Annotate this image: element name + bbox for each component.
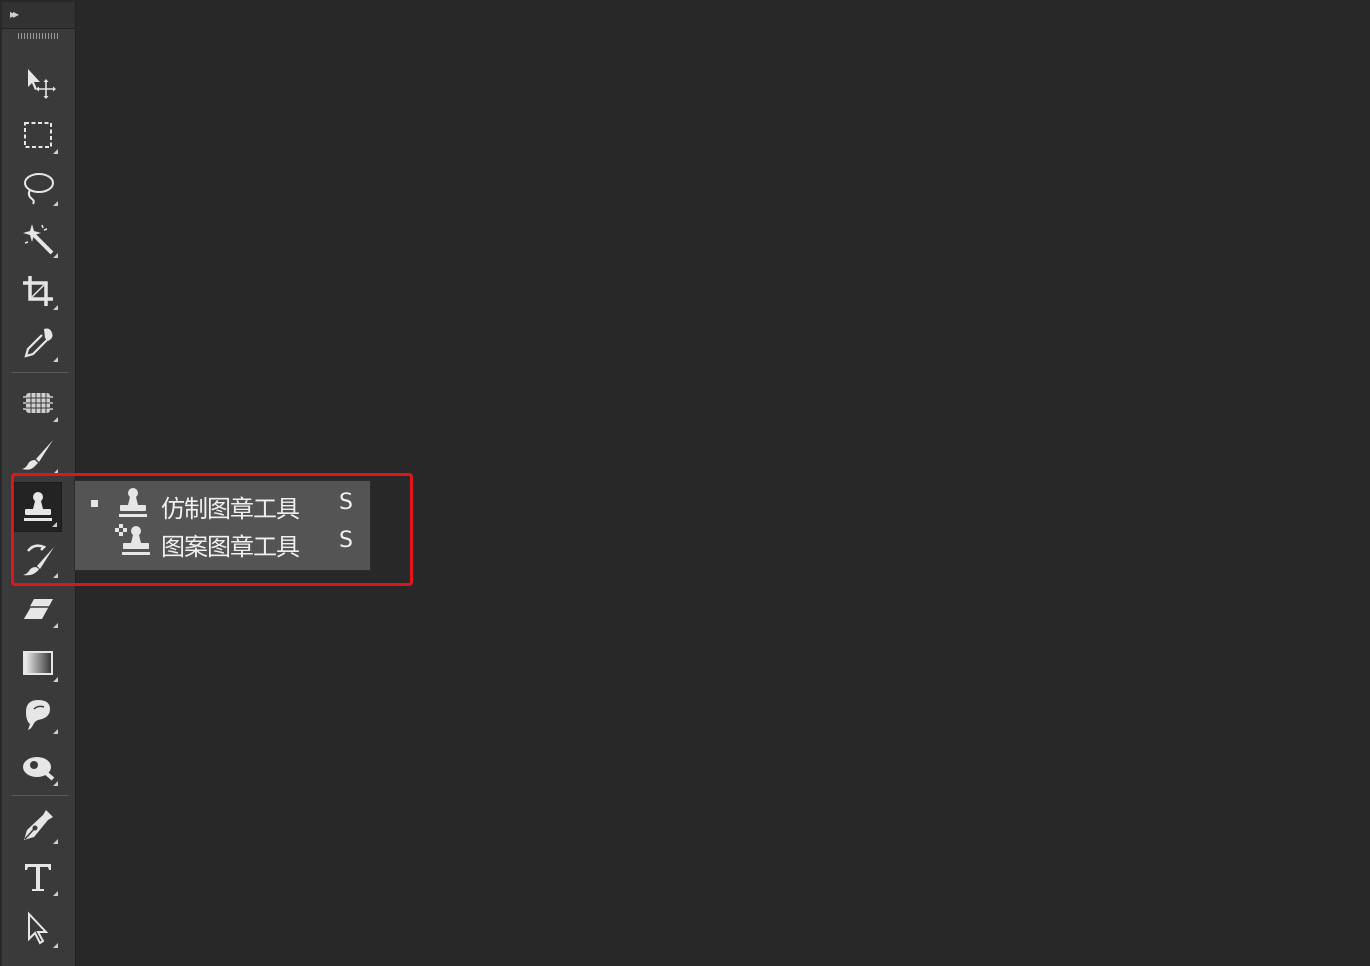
collapse-panel-button[interactable]: ▸▸ (10, 7, 19, 21)
crop-tool[interactable] (14, 268, 62, 314)
submenu-indicator (53, 417, 58, 422)
brush-icon (22, 440, 53, 470)
pen-icon (24, 810, 53, 840)
dodge-tool[interactable] (14, 744, 62, 790)
type-tool[interactable] (14, 854, 62, 900)
submenu-indicator (53, 891, 58, 896)
submenu-indicator (53, 305, 58, 310)
submenu-indicator (53, 677, 58, 682)
gradient-icon (23, 651, 53, 675)
path-selection-tool[interactable] (14, 906, 62, 952)
marquee-tool[interactable] (14, 112, 62, 158)
dodge-icon (23, 757, 55, 781)
brush-tool[interactable] (14, 432, 62, 478)
healing-brush-tool[interactable] (14, 380, 62, 426)
healing-brush-icon (23, 393, 53, 413)
gradient-tool[interactable] (14, 640, 62, 686)
submenu-indicator (53, 839, 58, 844)
submenu-indicator (53, 357, 58, 362)
submenu-indicator (53, 781, 58, 786)
lasso-tool[interactable] (14, 164, 62, 210)
eyedropper-tool[interactable] (14, 320, 62, 366)
tool-group-divider (12, 372, 68, 373)
submenu-indicator (53, 729, 58, 734)
lasso-icon (24, 173, 54, 205)
annotation-highlight-box (11, 473, 413, 586)
path-selection-icon (28, 911, 49, 945)
blur-tool[interactable] (14, 692, 62, 738)
submenu-indicator (53, 149, 58, 154)
submenu-indicator (53, 201, 58, 206)
type-icon (25, 864, 51, 891)
submenu-indicator (53, 623, 58, 628)
rect-marquee-icon (24, 122, 52, 148)
panel-grip[interactable] (18, 33, 58, 39)
eraser-tool[interactable] (14, 586, 62, 632)
submenu-indicator (53, 943, 58, 948)
move-icon (28, 69, 56, 99)
submenu-indicator (53, 253, 58, 258)
crop-icon (23, 276, 53, 306)
eraser-icon (22, 599, 53, 620)
tool-group-divider (12, 795, 68, 796)
eyedropper-icon (24, 328, 53, 358)
pen-tool[interactable] (14, 802, 62, 848)
tools-panel-header: ▸▸ (2, 2, 75, 29)
blur-icon (26, 700, 50, 730)
move-tool[interactable] (14, 60, 62, 106)
magic-wand-tool[interactable] (14, 216, 62, 262)
magic-wand-icon (23, 224, 54, 255)
